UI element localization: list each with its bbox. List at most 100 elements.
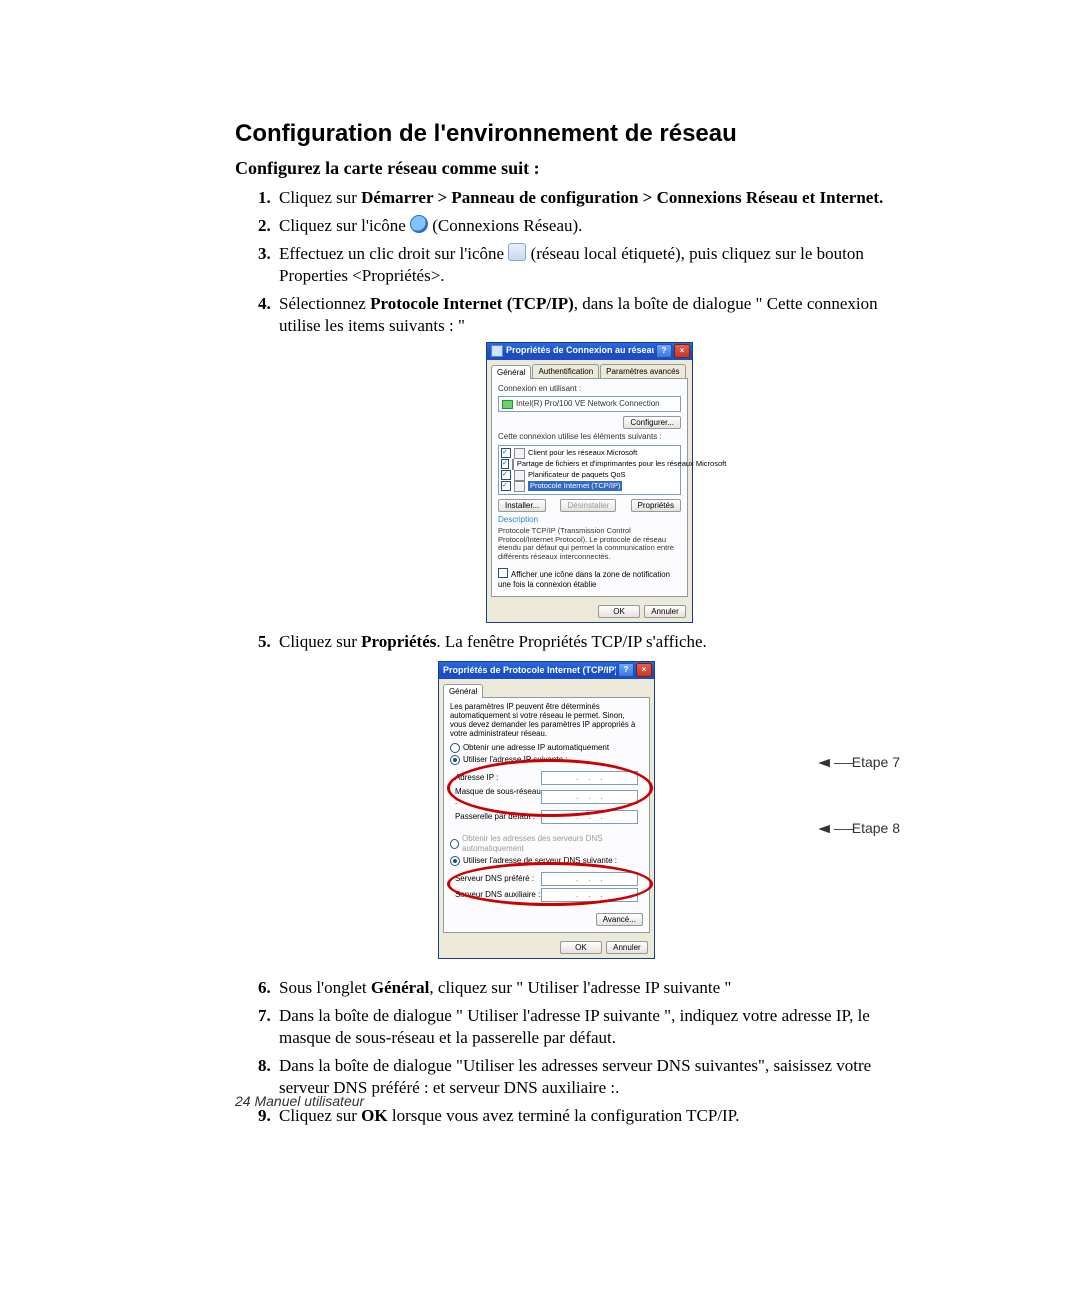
arrow-left-icon: ◄— xyxy=(814,819,853,837)
step-7: Dans la boîte de dialogue " Utiliser l'a… xyxy=(275,1005,900,1049)
list-item[interactable]: Planificateur de paquets QoS xyxy=(501,470,678,481)
dns-fields-group: Serveur DNS préféré :... Serveur DNS aux… xyxy=(450,867,643,907)
description-text: Protocole TCP/IP (Transmission Control P… xyxy=(498,525,681,562)
annotation-etape-7: ◄—Etape 7 xyxy=(820,753,900,771)
text: Sous l'onglet xyxy=(279,978,371,997)
input-ip[interactable]: ... xyxy=(541,771,638,785)
step-5: Cliquez sur Propriétés. La fenêtre Propr… xyxy=(275,631,900,967)
list-item[interactable]: Client pour les réseaux Microsoft xyxy=(501,448,678,459)
step-1: Cliquez sur Démarrer > Panneau de config… xyxy=(275,187,900,209)
adapter-icon xyxy=(491,345,503,357)
radio-icon[interactable] xyxy=(450,755,460,765)
text: Cliquez sur xyxy=(279,188,361,207)
input-gateway[interactable]: ... xyxy=(541,810,638,824)
item-label: Partage de fichiers et d'imprimantes pou… xyxy=(517,459,726,469)
component-icon xyxy=(514,470,525,481)
tabs: Général Authentification Paramètres avan… xyxy=(487,360,692,378)
properties-button[interactable]: Propriétés xyxy=(631,499,681,512)
step-4: Sélectionnez Protocole Internet (TCP/IP)… xyxy=(275,293,900,623)
input-mask[interactable]: ... xyxy=(541,790,638,804)
text: Cliquez sur xyxy=(279,1106,361,1125)
label-dns2: Serveur DNS auxiliaire : xyxy=(455,890,541,900)
titlebar-text: Propriétés de Protocole Internet (TCP/IP… xyxy=(443,665,616,677)
cancel-button[interactable]: Annuler xyxy=(644,605,686,618)
radio-icon[interactable] xyxy=(450,856,460,866)
uses-label: Cette connexion utilise les éléments sui… xyxy=(498,432,681,442)
tab-auth[interactable]: Authentification xyxy=(532,364,599,378)
list-item[interactable]: Partage de fichiers et d'imprimantes pou… xyxy=(501,459,678,470)
description-title: Description xyxy=(498,515,681,525)
help-button[interactable]: ? xyxy=(656,344,672,358)
text: (Connexions Réseau). xyxy=(428,216,582,235)
install-button[interactable]: Installer... xyxy=(498,499,546,512)
annotation-label: Etape 7 xyxy=(852,754,900,770)
panel: Les paramètres IP peuvent être déterminé… xyxy=(443,697,650,933)
text: Cliquez sur xyxy=(279,632,361,651)
items-listbox[interactable]: Client pour les réseaux Microsoft Partag… xyxy=(498,445,681,495)
adapter-field: Intel(R) Pro/100 VE Network Connection xyxy=(498,396,681,412)
ok-button[interactable]: OK xyxy=(598,605,640,618)
component-icon xyxy=(514,448,525,459)
text-bold: Général xyxy=(371,978,430,997)
radio-label: Utiliser l'adresse IP suivante : xyxy=(463,755,568,765)
page-footer: 24 Manuel utilisateur xyxy=(235,1093,364,1109)
ok-button[interactable]: OK xyxy=(560,941,602,954)
tab-general[interactable]: Général xyxy=(491,365,531,379)
radio-label: Obtenir une adresse IP automatiquement xyxy=(463,743,609,753)
connect-using-label: Connexion en utilisant : xyxy=(498,384,681,394)
text: , cliquez sur " Utiliser l'adresse IP su… xyxy=(429,978,731,997)
configure-button[interactable]: Configurer... xyxy=(623,416,681,429)
list-item[interactable]: Protocole Internet (TCP/IP) xyxy=(501,481,678,492)
input-dns1[interactable]: ... xyxy=(541,872,638,886)
radio-auto-ip[interactable]: Obtenir une adresse IP automatiquement xyxy=(450,743,643,753)
radio-use-dns[interactable]: Utiliser l'adresse de serveur DNS suivan… xyxy=(450,856,643,866)
item-label: Client pour les réseaux Microsoft xyxy=(528,448,637,458)
input-dns2[interactable]: ... xyxy=(541,888,638,902)
step-8: Dans la boîte de dialogue "Utiliser les … xyxy=(275,1055,900,1099)
tab-general[interactable]: Général xyxy=(443,684,483,698)
arrow-left-icon: ◄— xyxy=(814,753,853,771)
checkbox-icon[interactable] xyxy=(501,470,511,480)
checkbox-icon[interactable] xyxy=(501,448,511,458)
radio-label: Obtenir les adresses des serveurs DNS au… xyxy=(462,834,643,855)
checkbox-icon[interactable] xyxy=(501,459,509,469)
help-button[interactable]: ? xyxy=(618,663,634,677)
label-gateway: Passerelle par défaut : xyxy=(455,812,541,822)
nic-icon xyxy=(502,400,513,409)
checkbox-icon[interactable] xyxy=(501,481,511,491)
titlebar: Propriétés de Connexion au réseau local … xyxy=(487,343,692,360)
component-icon xyxy=(514,481,525,492)
adapter-name: Intel(R) Pro/100 VE Network Connection xyxy=(516,399,660,409)
text: . La fenêtre Propriétés TCP/IP s'affiche… xyxy=(436,632,706,651)
tcpip-properties-dialog: Propriétés de Protocole Internet (TCP/IP… xyxy=(438,661,655,959)
titlebar-text: Propriétés de Connexion au réseau local xyxy=(506,345,654,357)
radio-icon[interactable] xyxy=(450,743,460,753)
ip-fields-group: Adresse IP :... Masque de sous-réseau :.… xyxy=(450,766,643,829)
cancel-button[interactable]: Annuler xyxy=(606,941,648,954)
item-label: Planificateur de paquets QoS xyxy=(528,470,626,480)
titlebar: Propriétés de Protocole Internet (TCP/IP… xyxy=(439,662,654,679)
show-icon-checkbox[interactable] xyxy=(498,568,508,578)
radio-auto-dns: Obtenir les adresses des serveurs DNS au… xyxy=(450,834,643,855)
text-bold: Démarrer > Panneau de configuration > Co… xyxy=(361,188,883,207)
page-subtitle: Configurez la carte réseau comme suit : xyxy=(235,158,900,179)
network-connections-icon xyxy=(410,215,428,233)
text: Sélectionnez xyxy=(279,294,370,313)
text-bold: Propriétés xyxy=(361,632,436,651)
tab-advanced[interactable]: Paramètres avancés xyxy=(600,364,685,378)
label-dns1: Serveur DNS préféré : xyxy=(455,874,541,884)
step-3: Effectuez un clic droit sur l'icône (rés… xyxy=(275,243,900,287)
radio-use-ip[interactable]: Utiliser l'adresse IP suivante : xyxy=(450,755,643,765)
close-button[interactable]: × xyxy=(674,344,690,358)
item-label-selected: Protocole Internet (TCP/IP) xyxy=(528,481,622,491)
close-button[interactable]: × xyxy=(636,663,652,677)
label-ip: Adresse IP : xyxy=(455,773,541,783)
step-2: Cliquez sur l'icône (Connexions Réseau). xyxy=(275,215,900,237)
lan-icon xyxy=(508,243,526,261)
panel: Connexion en utilisant : Intel(R) Pro/10… xyxy=(491,378,688,597)
label-mask: Masque de sous-réseau : xyxy=(455,787,541,808)
show-icon-label: Afficher une icône dans la zone de notif… xyxy=(498,570,670,589)
intro-text: Les paramètres IP peuvent être déterminé… xyxy=(450,703,643,739)
text-bold: OK xyxy=(361,1106,387,1125)
advanced-button[interactable]: Avancé... xyxy=(596,913,643,926)
